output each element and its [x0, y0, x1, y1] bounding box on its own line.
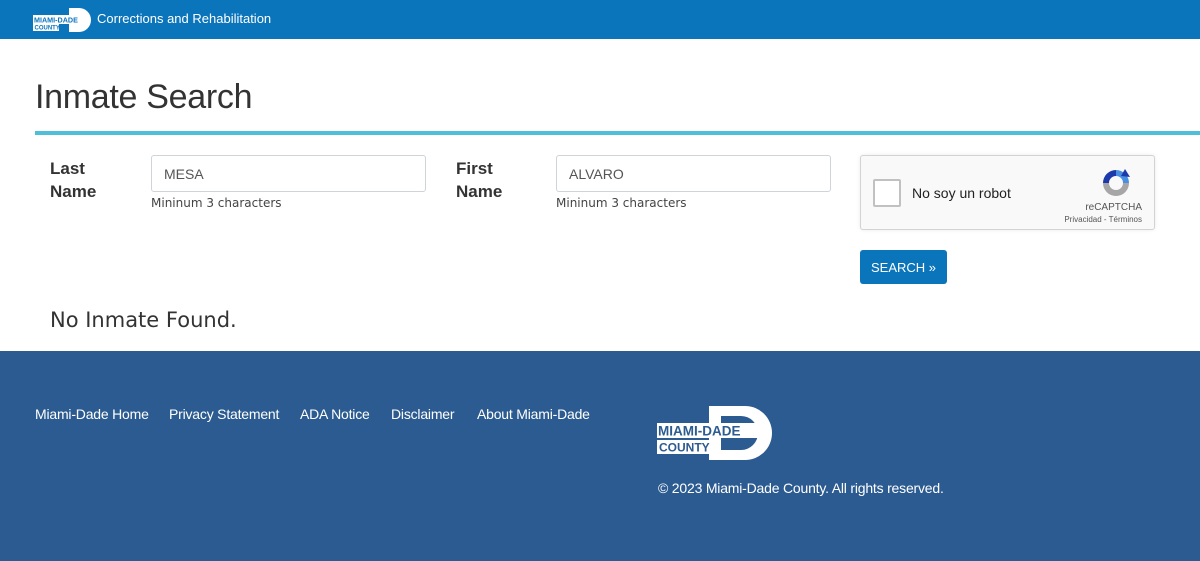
svg-text:MIAMI-DADE: MIAMI-DADE	[658, 424, 741, 439]
footer-link-miami-dade-home[interactable]: Miami-Dade Home	[35, 406, 149, 422]
svg-text:COUNTY: COUNTY	[659, 441, 710, 455]
footer-link-privacy-statement[interactable]: Privacy Statement	[169, 406, 279, 422]
result-message: No Inmate Found.	[50, 308, 237, 332]
recaptcha-label: No soy un robot	[912, 185, 1011, 201]
svg-text:MIAMI-DADE: MIAMI-DADE	[34, 15, 78, 24]
recaptcha-checkbox[interactable]	[873, 179, 901, 207]
search-button[interactable]: SEARCH »	[860, 250, 947, 284]
top-navigation-bar: MIAMI-DADE COUNTY Corrections and Rehabi…	[0, 0, 1200, 39]
last-name-help-text: Mininum 3 characters	[151, 196, 282, 210]
footer-link-disclaimer[interactable]: Disclaimer	[391, 406, 455, 422]
footer-link-about-miami-dade[interactable]: About Miami-Dade	[477, 406, 590, 422]
miami-dade-county-logo[interactable]: MIAMI-DADE COUNTY	[657, 406, 773, 460]
miami-dade-logo[interactable]: MIAMI-DADE COUNTY	[33, 8, 91, 32]
page-title: Inmate Search	[35, 78, 253, 116]
first-name-label: First Name	[456, 157, 502, 203]
recaptcha-icon	[1103, 169, 1130, 196]
last-name-label: Last Name	[50, 157, 96, 203]
footer-link-ada-notice[interactable]: ADA Notice	[300, 406, 370, 422]
first-name-help-text: Mininum 3 characters	[556, 196, 687, 210]
recaptcha-widget: No soy un robot reCAPTCHA Privacidad - T…	[860, 155, 1155, 230]
footer: Miami-Dade Home Privacy Statement ADA No…	[0, 351, 1200, 561]
site-title-link[interactable]: Corrections and Rehabilitation	[97, 11, 271, 27]
title-divider	[35, 131, 1200, 135]
copyright-text: © 2023 Miami-Dade County. All rights res…	[658, 480, 944, 496]
first-name-label-line2: Name	[456, 182, 503, 201]
first-name-label-line1: First	[456, 159, 493, 178]
last-name-input[interactable]	[151, 155, 426, 192]
last-name-label-line1: Last	[50, 159, 85, 178]
recaptcha-privacy-terms-links[interactable]: Privacidad - Términos	[1064, 215, 1142, 224]
first-name-input[interactable]	[556, 155, 831, 192]
last-name-label-line2: Name	[50, 182, 97, 201]
svg-text:COUNTY: COUNTY	[35, 26, 60, 32]
recaptcha-brand-text: reCAPTCHA	[1085, 202, 1142, 213]
